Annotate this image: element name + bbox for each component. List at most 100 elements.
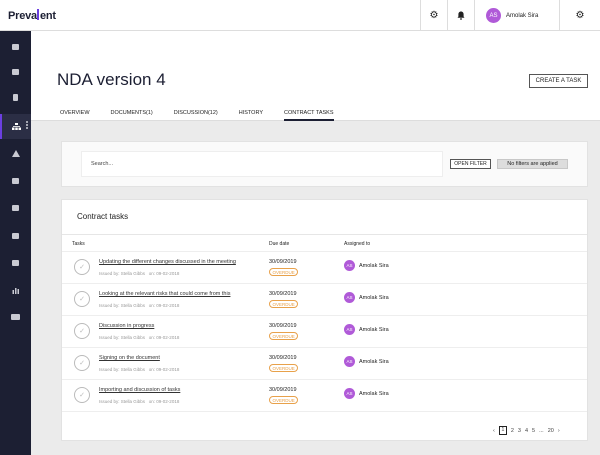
document-icon: [13, 93, 18, 101]
issued-on: on: 09-02-2018: [148, 335, 180, 340]
sidebar-item-documents[interactable]: [0, 86, 31, 108]
assignee-name: Amolak Sira: [359, 358, 389, 365]
complete-task-checkbox[interactable]: ✓: [74, 387, 90, 403]
sidebar-item-lists[interactable]: [0, 170, 31, 192]
avatar: AS: [344, 292, 355, 303]
task-meta: Issued by: Stella Gibbs on: 09-02-2018: [99, 367, 179, 372]
task-meta: Issued by: Stella Gibbs on: 09-02-2018: [99, 399, 179, 404]
assignee[interactable]: AS Amolak Sira: [344, 292, 389, 303]
warning-icon: [11, 149, 20, 157]
prev-page-button[interactable]: ‹: [493, 428, 495, 434]
column-header-assigned-to: Assigned to: [344, 241, 371, 247]
task-meta: Issued by: Stella Gibbs on: 09-02-2018: [99, 303, 179, 308]
calendar-icon: [12, 205, 19, 211]
task-title-link[interactable]: Looking at the relevant risks that could…: [99, 291, 230, 297]
user-avatar: AS: [486, 8, 501, 23]
table-row: ✓ Updating the different changes discuss…: [62, 251, 587, 282]
open-filter-button[interactable]: OPEN FILTER: [450, 159, 491, 169]
issued-by: Issued by: Stella Gibbs: [99, 399, 146, 404]
issued-on: on: 09-02-2018: [148, 399, 180, 404]
tab-documents[interactable]: DOCUMENTS(1): [111, 107, 153, 121]
check-icon: ✓: [79, 392, 85, 399]
assignee[interactable]: AS Amolak Sira: [344, 356, 389, 367]
page-2[interactable]: 2: [511, 428, 514, 434]
task-title-link[interactable]: Discussion in progress: [99, 323, 154, 329]
page-4[interactable]: 4: [525, 428, 528, 434]
complete-task-checkbox[interactable]: ✓: [74, 323, 90, 339]
more-icon: [26, 121, 28, 129]
table-row: ✓ Importing and discussion of tasks Issu…: [62, 379, 587, 410]
page-1[interactable]: 1: [498, 426, 507, 435]
sidebar-item-contracts[interactable]: [0, 114, 31, 139]
complete-task-checkbox[interactable]: ✓: [74, 355, 90, 371]
table-row: ✓ Looking at the relevant risks that cou…: [62, 283, 587, 314]
due-date: 30/09/2019: [269, 387, 297, 393]
sidebar-item-reports[interactable]: [0, 252, 31, 274]
tab-discussion[interactable]: DISCUSSION(12): [174, 107, 218, 121]
app-settings-button[interactable]: ⚙: [559, 0, 600, 31]
sidebar-item-alerts[interactable]: [0, 142, 31, 164]
task-meta: Issued by: Stella Gibbs on: 09-02-2018: [99, 271, 179, 276]
user-menu[interactable]: AS Amolak Sira: [474, 0, 559, 31]
overdue-badge: OVERDUE: [269, 364, 299, 372]
page-5[interactable]: 5: [532, 428, 535, 434]
card-title: Contract tasks: [77, 212, 129, 221]
pagination: ‹ 1 2 3 4 5 ... 20 ›: [493, 426, 564, 435]
overdue-badge: OVERDUE: [269, 268, 299, 276]
task-title-link[interactable]: Updating the different changes discussed…: [99, 259, 236, 265]
filter-panel: OPEN FILTER No filters are applied: [61, 141, 588, 187]
avatar: AS: [344, 388, 355, 399]
sidebar-item-analytics[interactable]: [0, 279, 31, 301]
issued-by: Issued by: Stella Gibbs: [99, 303, 146, 308]
sidebar-item-team[interactable]: [0, 306, 31, 328]
task-title-link[interactable]: Signing on the document: [99, 355, 160, 361]
page-20[interactable]: 20: [548, 428, 554, 434]
assignee-name: Amolak Sira: [359, 326, 389, 333]
overdue-badge: OVERDUE: [269, 300, 299, 308]
list-icon: [12, 178, 19, 184]
logo[interactable]: Preva ent: [8, 9, 56, 22]
complete-task-checkbox[interactable]: ✓: [74, 291, 90, 307]
issued-on: on: 09-02-2018: [148, 271, 180, 276]
sidebar-item-calendar[interactable]: [0, 197, 31, 219]
notifications-button[interactable]: [447, 0, 474, 31]
table-row: ✓ Discussion in progress Issued by: Stel…: [62, 315, 587, 346]
next-page-button[interactable]: ›: [558, 428, 560, 434]
settings-button[interactable]: ⚙: [420, 0, 447, 31]
search-input[interactable]: [81, 151, 443, 177]
table-divider: [62, 411, 587, 412]
sidebar: [0, 31, 31, 455]
tab-contract-tasks[interactable]: CONTRACT TASKS: [283, 107, 334, 121]
card-divider: [62, 234, 587, 235]
check-icon: ✓: [79, 360, 85, 367]
create-task-button[interactable]: CREATE A TASK: [529, 74, 588, 88]
check-icon: ✓: [79, 328, 85, 335]
team-icon: [11, 314, 20, 320]
avatar: AS: [344, 260, 355, 271]
check-icon: ✓: [79, 296, 85, 303]
page-title: NDA version 4: [57, 70, 166, 89]
page-ellipsis: ...: [539, 427, 544, 434]
due-date: 30/09/2019: [269, 355, 297, 361]
complete-task-checkbox[interactable]: ✓: [74, 259, 90, 275]
check-icon: ✓: [79, 264, 85, 271]
tab-overview[interactable]: OVERVIEW: [60, 107, 90, 121]
page-3[interactable]: 3: [518, 428, 521, 434]
assignee[interactable]: AS Amolak Sira: [344, 324, 389, 335]
logo-text-left: Preva: [8, 10, 37, 22]
sidebar-item-checklist[interactable]: [0, 61, 31, 83]
assignee[interactable]: AS Amolak Sira: [344, 388, 389, 399]
task-meta: Issued by: Stella Gibbs on: 09-02-2018: [99, 335, 179, 340]
avatar: AS: [344, 324, 355, 335]
sidebar-item-dashboard[interactable]: [0, 36, 31, 58]
tab-bar: OVERVIEW DOCUMENTS(1) DISCUSSION(12) HIS…: [60, 107, 355, 121]
assignee[interactable]: AS Amolak Sira: [344, 260, 389, 271]
assignee-name: Amolak Sira: [359, 294, 389, 301]
column-header-due-date: Due date: [269, 241, 290, 247]
checklist-icon: [12, 69, 19, 75]
dashboard-icon: [12, 44, 19, 50]
overdue-badge: OVERDUE: [269, 332, 299, 340]
task-title-link[interactable]: Importing and discussion of tasks: [99, 387, 180, 393]
tab-history[interactable]: HISTORY: [239, 107, 263, 121]
sidebar-item-library[interactable]: [0, 225, 31, 247]
